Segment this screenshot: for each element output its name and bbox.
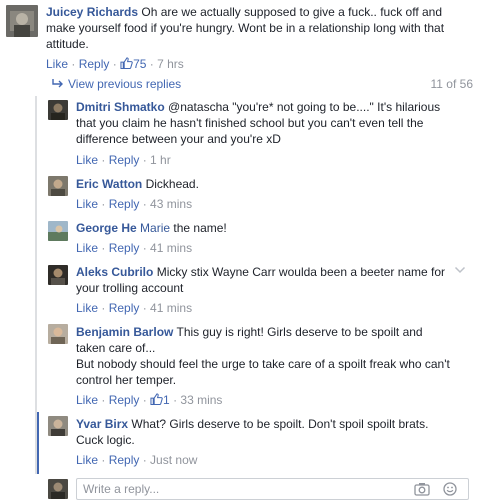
reply-author[interactable]: Benjamin Barlow <box>76 325 173 339</box>
reply-link[interactable]: Reply <box>109 453 140 467</box>
reply-link[interactable]: Reply <box>79 57 110 71</box>
timestamp[interactable]: 41 mins <box>150 241 192 255</box>
camera-icon[interactable] <box>414 482 430 496</box>
view-previous-replies[interactable]: View previous replies <box>52 77 181 91</box>
emoji-icon[interactable] <box>443 482 457 496</box>
reply-text: the name! <box>173 221 227 235</box>
like-link[interactable]: Like <box>76 241 98 255</box>
like-link[interactable]: Like <box>76 197 98 211</box>
timestamp[interactable]: 41 mins <box>150 301 192 315</box>
reply-link[interactable]: Reply <box>109 301 140 315</box>
chevron-down-icon[interactable] <box>454 264 466 276</box>
reply-text: that you claim he hasn't finished school… <box>76 116 424 130</box>
reply-text: @natascha "you're* not going to be...." … <box>168 100 441 114</box>
reply-text: your trolling account <box>76 281 184 295</box>
reply-body: George He Marie the name! <box>76 220 476 236</box>
reply-text: Dickhead. <box>145 177 199 191</box>
view-previous-label: View previous replies <box>68 77 182 91</box>
reply-actions: Like · Reply · Just now <box>76 453 198 467</box>
like-link[interactable]: Like <box>76 153 98 167</box>
reply-text: control her temper. <box>76 373 177 387</box>
reply-link[interactable]: Reply <box>109 197 140 211</box>
comment-body: Juicey Richards Oh are we actually suppo… <box>46 4 476 52</box>
avatar <box>48 479 68 499</box>
reply-body: Eric Watton Dickhead. <box>76 176 476 192</box>
avatar[interactable] <box>48 221 68 241</box>
avatar[interactable] <box>48 265 68 285</box>
mention-link[interactable]: Marie <box>140 221 170 235</box>
new-reply-indicator <box>37 412 39 474</box>
reply-body: Benjamin Barlow This guy is right! Girls… <box>76 324 476 388</box>
like-count[interactable]: 75 <box>120 57 146 71</box>
avatar[interactable] <box>6 5 38 37</box>
comment-text: make yourself food if you're hungry. Won… <box>46 21 445 35</box>
reply-actions: Like · Reply · 1 · 33 mins <box>76 393 223 407</box>
like-count-value: 1 <box>163 393 170 407</box>
comment-text: attitude. <box>46 37 89 51</box>
avatar[interactable] <box>48 176 68 196</box>
like-link[interactable]: Like <box>76 453 98 467</box>
comment-text: Oh are we actually supposed to give a fu… <box>141 5 443 19</box>
like-link[interactable]: Like <box>76 301 98 315</box>
timestamp[interactable]: 43 mins <box>150 197 192 211</box>
timestamp[interactable]: Just now <box>150 453 197 467</box>
reply-author[interactable]: Dmitri Shmatko <box>76 100 165 114</box>
reply-body: Aleks Cubrilo Micky stix Wayne Carr woul… <box>76 264 466 296</box>
thumbs-up-icon <box>150 393 163 405</box>
reply-actions: Like · Reply · 41 mins <box>76 241 193 255</box>
reply-count: 11 of 56 <box>430 77 473 91</box>
reply-text: What? Girls deserve to be spoilt. Don't … <box>131 417 429 431</box>
reply-body: Dmitri Shmatko @natascha "you're* not go… <box>76 99 476 147</box>
like-link[interactable]: Like <box>46 57 68 71</box>
reply-link[interactable]: Reply <box>109 393 140 407</box>
like-count-value: 75 <box>133 57 147 71</box>
reply-text: Micky stix Wayne Carr woulda been a beet… <box>156 265 446 279</box>
comment-author[interactable]: Juicey Richards <box>46 5 138 19</box>
reply-text: But nobody should feel the urge to take … <box>76 357 450 371</box>
reply-actions: Like · Reply · 43 mins <box>76 197 193 211</box>
timestamp[interactable]: 1 hr <box>150 153 171 167</box>
like-count[interactable]: 1 <box>150 393 170 407</box>
reply-box[interactable] <box>76 478 469 500</box>
reply-body: Yvar Birx What? Girls deserve to be spoi… <box>76 416 476 448</box>
reply-author[interactable]: Yvar Birx <box>76 417 128 431</box>
like-link[interactable]: Like <box>76 393 98 407</box>
avatar[interactable] <box>48 100 68 120</box>
thumbs-up-icon <box>120 57 133 69</box>
reply-actions: Like · Reply · 1 hr <box>76 153 171 167</box>
timestamp[interactable]: 33 mins <box>180 393 222 407</box>
top-comment: Juicey Richards Oh are we actually suppo… <box>0 0 483 74</box>
reply-author[interactable]: Eric Watton <box>76 177 142 191</box>
reply-text: Cuck logic. <box>76 433 135 447</box>
timestamp[interactable]: 7 hrs <box>157 57 184 71</box>
reply-actions: Like · Reply · 41 mins <box>76 301 193 315</box>
avatar[interactable] <box>48 324 68 344</box>
avatar[interactable] <box>48 416 68 436</box>
reply-author[interactable]: George He <box>76 221 137 235</box>
comment-actions: Like · Reply · 75 · 7 hrs <box>46 57 184 71</box>
reply-arrow-icon <box>52 79 63 88</box>
reply-link[interactable]: Reply <box>109 241 140 255</box>
reply-input[interactable] <box>83 481 403 497</box>
reply-text: difference between your and you're xD <box>76 132 281 146</box>
reply-author[interactable]: Aleks Cubrilo <box>76 265 153 279</box>
reply-link[interactable]: Reply <box>109 153 140 167</box>
reply-text: taken care of... <box>76 341 156 355</box>
reply-text: This guy is right! Girls deserve to be s… <box>176 325 423 339</box>
